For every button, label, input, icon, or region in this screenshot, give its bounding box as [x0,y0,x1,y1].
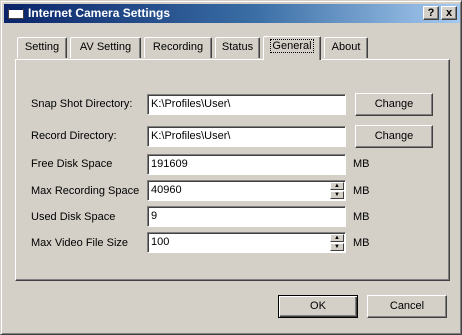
max-recording-value: 40960 [151,184,182,196]
free-disk-label: Free Disk Space [31,158,113,170]
snapshot-dir-label: Snap Shot Directory: [31,98,133,110]
tab-general[interactable]: General [263,36,321,60]
tab-setting[interactable]: Setting [17,37,67,58]
record-dir-label: Record Directory: [31,130,117,142]
tab-recording[interactable]: Recording [144,37,212,58]
close-button[interactable]: x [441,6,457,20]
max-recording-stepper[interactable]: 40960 ▲ ▼ [147,180,346,201]
max-video-label: Max Video File Size [31,237,129,249]
tab-about[interactable]: About [324,37,368,58]
window-title: Internet Camera Settings [28,6,171,20]
record-dir-field[interactable]: K:\Profiles\User\ [147,126,346,147]
max-recording-spinner: ▲ ▼ [330,182,344,199]
window-icon [8,7,24,19]
free-disk-unit: MB [353,158,370,170]
snapshot-change-button[interactable]: Change [355,93,433,116]
help-button[interactable]: ? [423,6,439,20]
used-disk-unit: MB [353,211,370,223]
free-disk-field: 191609 [147,154,346,175]
max-video-value: 100 [151,236,170,248]
spin-up-icon[interactable]: ▲ [330,234,344,242]
spin-down-icon[interactable]: ▼ [330,191,344,199]
spin-down-icon[interactable]: ▼ [330,243,344,251]
tab-av-setting[interactable]: AV Setting [70,37,141,58]
max-recording-unit: MB [353,185,370,197]
max-recording-label: Max Recording Space [31,185,140,197]
snapshot-dir-field[interactable]: K:\Profiles\User\ [147,94,346,115]
max-video-stepper[interactable]: 100 ▲ ▼ [147,232,346,253]
tab-status[interactable]: Status [215,37,260,58]
max-video-unit: MB [353,237,370,249]
ok-button[interactable]: OK [278,295,358,318]
title-bar: Internet Camera Settings ? x [4,4,460,23]
spin-up-icon[interactable]: ▲ [330,182,344,190]
cancel-button[interactable]: Cancel [367,295,447,318]
record-change-button[interactable]: Change [355,125,433,148]
max-video-spinner: ▲ ▼ [330,234,344,251]
used-disk-label: Used Disk Space [31,211,116,223]
settings-dialog: Internet Camera Settings ? x Setting AV … [0,0,462,335]
used-disk-field: 9 [147,206,346,227]
